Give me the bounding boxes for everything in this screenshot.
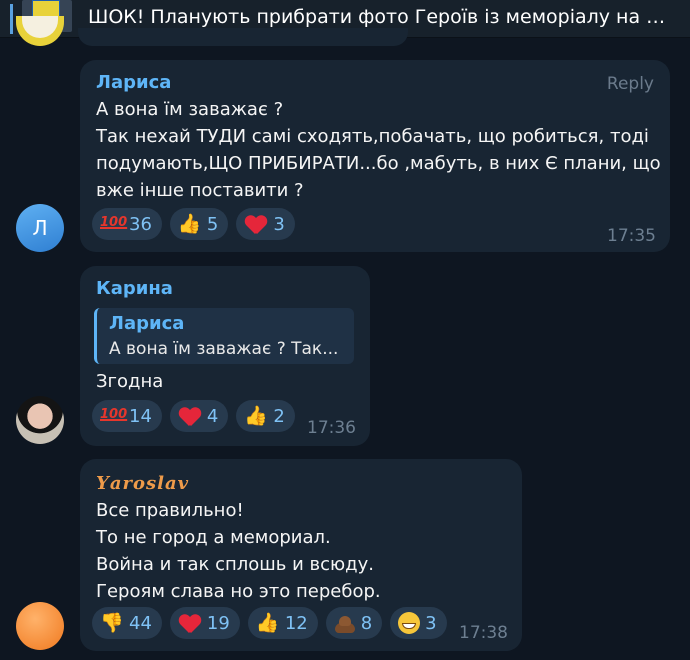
- reaction-red-heart[interactable]: 4: [169, 400, 229, 432]
- reaction-red-heart[interactable]: 3: [236, 208, 295, 240]
- message-text: Згодна: [96, 371, 164, 392]
- reaction-count: 19: [206, 612, 230, 634]
- quote-author: Лариса: [109, 313, 185, 334]
- message-bubble[interactable]: 𝒀𝒂𝒓𝒐𝒔𝒍𝒂𝒗 Все правильно! То не город а ме…: [80, 459, 522, 651]
- message-author[interactable]: Лариса: [96, 72, 171, 93]
- reaction-count: 3: [273, 213, 285, 235]
- thumbs-up-icon: 👍: [244, 405, 269, 427]
- reactions-bar: 100 14 4 👍 2: [92, 400, 295, 432]
- avatar[interactable]: [16, 396, 64, 444]
- reaction-count: 44: [129, 612, 152, 634]
- reactions-bar: 100 36 👍 5 3: [92, 208, 295, 240]
- pile-of-poo-icon: [334, 613, 356, 633]
- avatar[interactable]: [16, 16, 64, 46]
- reaction-hundred-points[interactable]: 100 36: [92, 208, 162, 240]
- message-time: 17:36: [307, 418, 356, 438]
- pinned-indicator: [10, 4, 13, 34]
- reaction-count: 8: [360, 612, 373, 634]
- grinning-face-icon: [398, 612, 421, 634]
- previous-message-bubble: [78, 28, 408, 46]
- reactions-bar: 👎 44 19 👍 12 8 3: [92, 607, 447, 639]
- message-time: 17:38: [459, 623, 508, 643]
- reaction-count: 5: [206, 213, 219, 235]
- red-heart-icon: [178, 612, 202, 634]
- reaction-count: 14: [129, 405, 152, 427]
- message-bubble[interactable]: Карина Лариса А вона їм заважає ? Так...…: [80, 266, 370, 446]
- reaction-grinning-face[interactable]: 3: [390, 607, 447, 639]
- reaction-count: 2: [273, 405, 285, 427]
- reaction-thumbs-up[interactable]: 👍 5: [169, 208, 229, 240]
- reaction-pile-of-poo[interactable]: 8: [325, 607, 383, 639]
- pinned-message-text[interactable]: ШОК! Планують прибрати фото Героїв із ме…: [88, 6, 678, 28]
- hundred-points-icon: 100: [100, 215, 128, 230]
- quote-text: А вона їм заважає ? Так...: [109, 339, 339, 359]
- reply-button[interactable]: Reply: [607, 74, 654, 94]
- reaction-count: 4: [206, 405, 219, 427]
- reaction-red-heart[interactable]: 19: [169, 607, 240, 639]
- reaction-count: 36: [129, 213, 152, 235]
- reaction-thumbs-up[interactable]: 👍 2: [236, 400, 295, 432]
- message-text: А вона їм заважає ? Так нехай ТУДИ самі …: [96, 99, 661, 201]
- message-text: Все правильно! То не город а мемориал. В…: [96, 500, 381, 602]
- thumbs-down-icon: 👎: [100, 612, 124, 634]
- reaction-thumbs-up[interactable]: 👍 12: [247, 607, 318, 639]
- reaction-hundred-points[interactable]: 100 14: [92, 400, 162, 432]
- hundred-points-icon: 100: [100, 407, 128, 422]
- reaction-count: 12: [284, 612, 308, 634]
- message-time: 17:35: [607, 226, 656, 246]
- thumbs-up-icon: 👍: [177, 213, 202, 235]
- reaction-thumbs-down[interactable]: 👎 44: [92, 607, 162, 639]
- message-author[interactable]: 𝒀𝒂𝒓𝒐𝒔𝒍𝒂𝒗: [96, 473, 189, 494]
- red-heart-icon: [244, 213, 268, 235]
- reaction-count: 3: [425, 612, 437, 634]
- message-author[interactable]: Карина: [96, 278, 173, 299]
- message-bubble[interactable]: Лариса Reply А вона їм заважає ? Так нех…: [80, 60, 670, 252]
- avatar[interactable]: Л: [16, 204, 64, 252]
- reply-quote[interactable]: Лариса А вона їм заважає ? Так...: [94, 308, 354, 364]
- red-heart-icon: [178, 405, 202, 427]
- thumbs-up-icon: 👍: [255, 612, 280, 634]
- avatar[interactable]: [16, 602, 64, 650]
